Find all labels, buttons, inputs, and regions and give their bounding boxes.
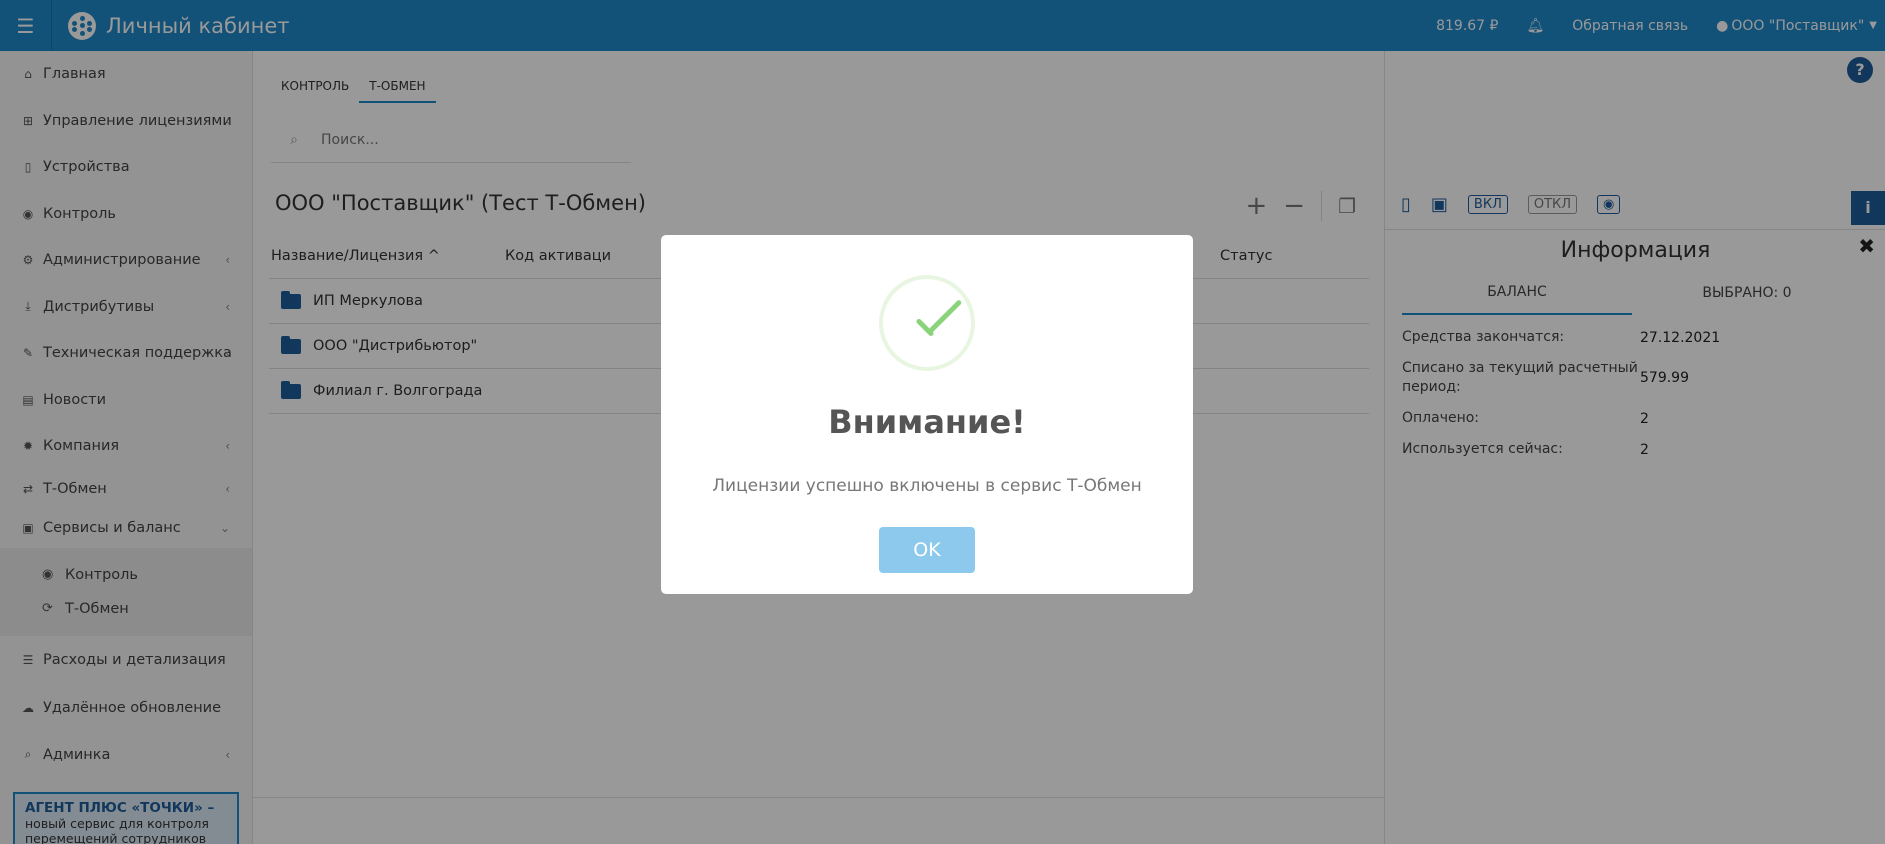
success-check-icon xyxy=(879,275,975,371)
dialog-message: Лицензии успешно включены в сервис Т-Обм… xyxy=(712,476,1142,496)
ok-button[interactable]: OK xyxy=(879,527,975,573)
alert-dialog: Внимание! Лицензии успешно включены в се… xyxy=(661,235,1193,594)
dialog-title: Внимание! xyxy=(828,403,1026,441)
